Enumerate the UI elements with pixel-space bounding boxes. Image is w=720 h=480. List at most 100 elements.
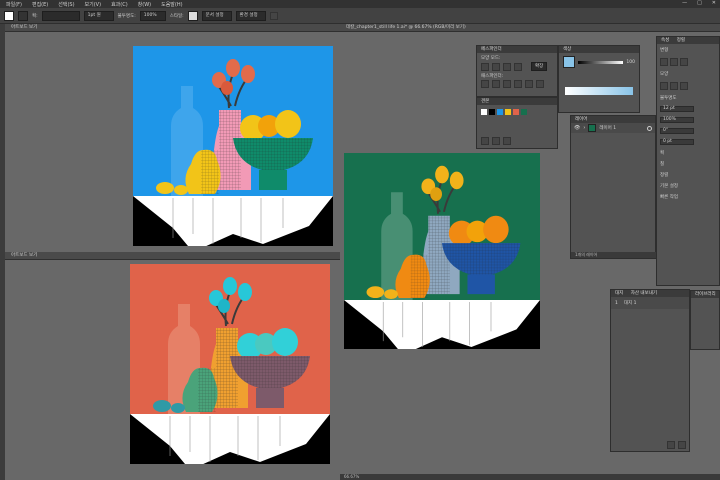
target-icon[interactable]	[647, 125, 652, 131]
status-bar: 66.67%	[340, 474, 720, 480]
libraries-tab[interactable]: 라이브러리	[691, 291, 719, 298]
shape-modes-label: 모양 모드:	[481, 56, 501, 61]
color-tab[interactable]: 색상	[559, 46, 639, 53]
intersect-icon[interactable]	[503, 62, 511, 71]
distribute-top-icon[interactable]	[660, 82, 668, 90]
color-slider[interactable]	[578, 60, 624, 64]
swatch-library-icon[interactable]	[481, 137, 489, 145]
chevron-right-icon[interactable]: ›	[583, 125, 585, 131]
stroke-profile-select[interactable]: 1pt 원	[83, 10, 114, 21]
artboard-number: 1	[615, 300, 618, 306]
delete-artboard-icon[interactable]	[678, 441, 686, 449]
new-artboard-icon[interactable]	[667, 441, 675, 449]
appearance-label: 모양	[660, 72, 669, 77]
doc-tab-right[interactable]: 데칼_chapter1_still life 1.ai* @ 66.67% (R…	[340, 24, 720, 32]
spacing-field[interactable]: 0 pt	[660, 139, 694, 145]
swatch-black[interactable]	[489, 109, 495, 115]
doc-tab-top-left[interactable]: 아트보드 보기	[5, 24, 340, 32]
artboards-tabs: 대지 자산 내보내기	[611, 290, 689, 297]
swatch-yellow[interactable]	[505, 109, 511, 115]
layer-thumbnail	[588, 124, 597, 132]
pathfinder-panel: 페스파인더 모양 모드: 확장 패스파인더:	[476, 45, 558, 97]
layer-row[interactable]: 👁 › 레이어 1	[571, 123, 655, 133]
distribute-bottom-icon[interactable]	[680, 82, 688, 90]
stroke-swatch[interactable]	[18, 10, 28, 21]
menu-help[interactable]: 도움말(H)	[161, 1, 182, 8]
crop-icon[interactable]	[514, 80, 522, 88]
style-swatch[interactable]	[187, 10, 198, 21]
swatch-green[interactable]	[521, 109, 527, 115]
trim-icon[interactable]	[492, 80, 500, 88]
expand-button[interactable]: 확장	[531, 62, 548, 71]
libraries-panel: 라이브러리	[690, 290, 720, 350]
document-bottom-left[interactable]: 아트보드 보기	[5, 252, 340, 480]
swatches-panel: 견본	[476, 97, 558, 149]
menu-select[interactable]: 선택(S)	[58, 1, 74, 8]
close-icon[interactable]: ✕	[712, 0, 716, 6]
artwork-orange[interactable]	[130, 264, 330, 464]
tab-properties[interactable]: 속성	[661, 38, 669, 43]
stroke-weight-field[interactable]	[41, 10, 80, 21]
align-center-icon[interactable]	[670, 58, 678, 66]
font-size-field[interactable]: 12 pt	[660, 106, 694, 112]
opacity-field[interactable]: 100%	[139, 10, 166, 21]
layer-name[interactable]: 레이어 1	[599, 125, 616, 131]
menu-view[interactable]: 보기(V)	[85, 1, 102, 8]
swatches-tab[interactable]: 견본	[477, 98, 557, 105]
distribute-middle-icon[interactable]	[670, 82, 678, 90]
pathfinder-tab[interactable]: 페스파인더	[477, 46, 557, 53]
align-left-icon[interactable]	[660, 58, 668, 66]
unite-icon[interactable]	[481, 62, 489, 71]
menu-edit[interactable]: 편집(E)	[32, 1, 48, 8]
artboard-name[interactable]: 대지 1	[624, 300, 637, 306]
tab-artboards[interactable]: 대지	[615, 291, 623, 296]
layers-tab[interactable]: 레이어	[571, 116, 655, 123]
align-right-icon[interactable]	[680, 58, 688, 66]
swatch-orange[interactable]	[513, 109, 519, 115]
fill-prop-label: 칠	[660, 162, 665, 167]
minus-back-icon[interactable]	[536, 80, 544, 88]
menu-file[interactable]: 파일(F)	[6, 1, 22, 8]
color-spectrum[interactable]	[565, 87, 633, 95]
artwork-green[interactable]	[344, 153, 540, 349]
transform-label: 변형	[660, 48, 669, 53]
merge-icon[interactable]	[503, 80, 511, 88]
menu-bar: 파일(F) 편집(E) 선택(S) 보기(V) 효과(C) 창(W) 도움말(H…	[0, 0, 720, 8]
arrange-icon[interactable]	[269, 11, 278, 20]
new-swatch-icon[interactable]	[492, 137, 500, 145]
preferences-button[interactable]: 환경 설정	[235, 10, 266, 21]
zoom-readout[interactable]: 66.67%	[344, 474, 359, 479]
quick-actions-label[interactable]: 빠른 작업	[660, 194, 716, 200]
tab-asset-export[interactable]: 자산 내보내기	[631, 291, 657, 296]
eye-icon[interactable]: 👁	[574, 125, 580, 131]
tab-align[interactable]: 정렬	[677, 38, 685, 43]
color-fill-box[interactable]	[563, 56, 575, 68]
outline-icon[interactable]	[525, 80, 533, 88]
swatch-blue[interactable]	[497, 109, 503, 115]
stroke-prop-label: 획	[660, 151, 665, 156]
control-bar: 획: 1pt 원 불투명도: 100% 스타일: 문서 설정 환경 설정	[0, 8, 720, 24]
layers-footer: 1개의 레이어	[571, 252, 659, 258]
minus-front-icon[interactable]	[492, 62, 500, 71]
scale-field[interactable]: 100%	[660, 117, 694, 123]
artboard-row[interactable]: 1 대지 1	[611, 297, 689, 309]
maximize-icon[interactable]: □	[697, 0, 702, 6]
delete-swatch-icon[interactable]	[503, 137, 511, 145]
rotate-field[interactable]: 0°	[660, 128, 694, 134]
opacity-prop-label: 불투명도	[660, 96, 677, 101]
document-top-left[interactable]: 아트보드 보기	[5, 24, 340, 252]
color-value[interactable]: 100	[626, 60, 635, 65]
artwork-blue[interactable]	[133, 46, 333, 246]
menu-window[interactable]: 창(W)	[138, 1, 151, 8]
preferences-label[interactable]: 기본 설정	[660, 183, 716, 189]
doc-tab-bottom-left[interactable]: 아트보드 보기	[5, 252, 340, 260]
exclude-icon[interactable]	[514, 62, 522, 71]
fill-swatch[interactable]	[4, 10, 14, 21]
menu-effect[interactable]: 효과(C)	[111, 1, 128, 8]
doc-setup-button[interactable]: 문서 설정	[201, 10, 232, 21]
stroke-label: 획:	[32, 13, 38, 19]
divide-icon[interactable]	[481, 80, 489, 88]
swatch-white[interactable]	[481, 109, 487, 115]
layers-count: 1개의 레이어	[575, 252, 598, 257]
minimize-icon[interactable]: —	[682, 0, 687, 6]
